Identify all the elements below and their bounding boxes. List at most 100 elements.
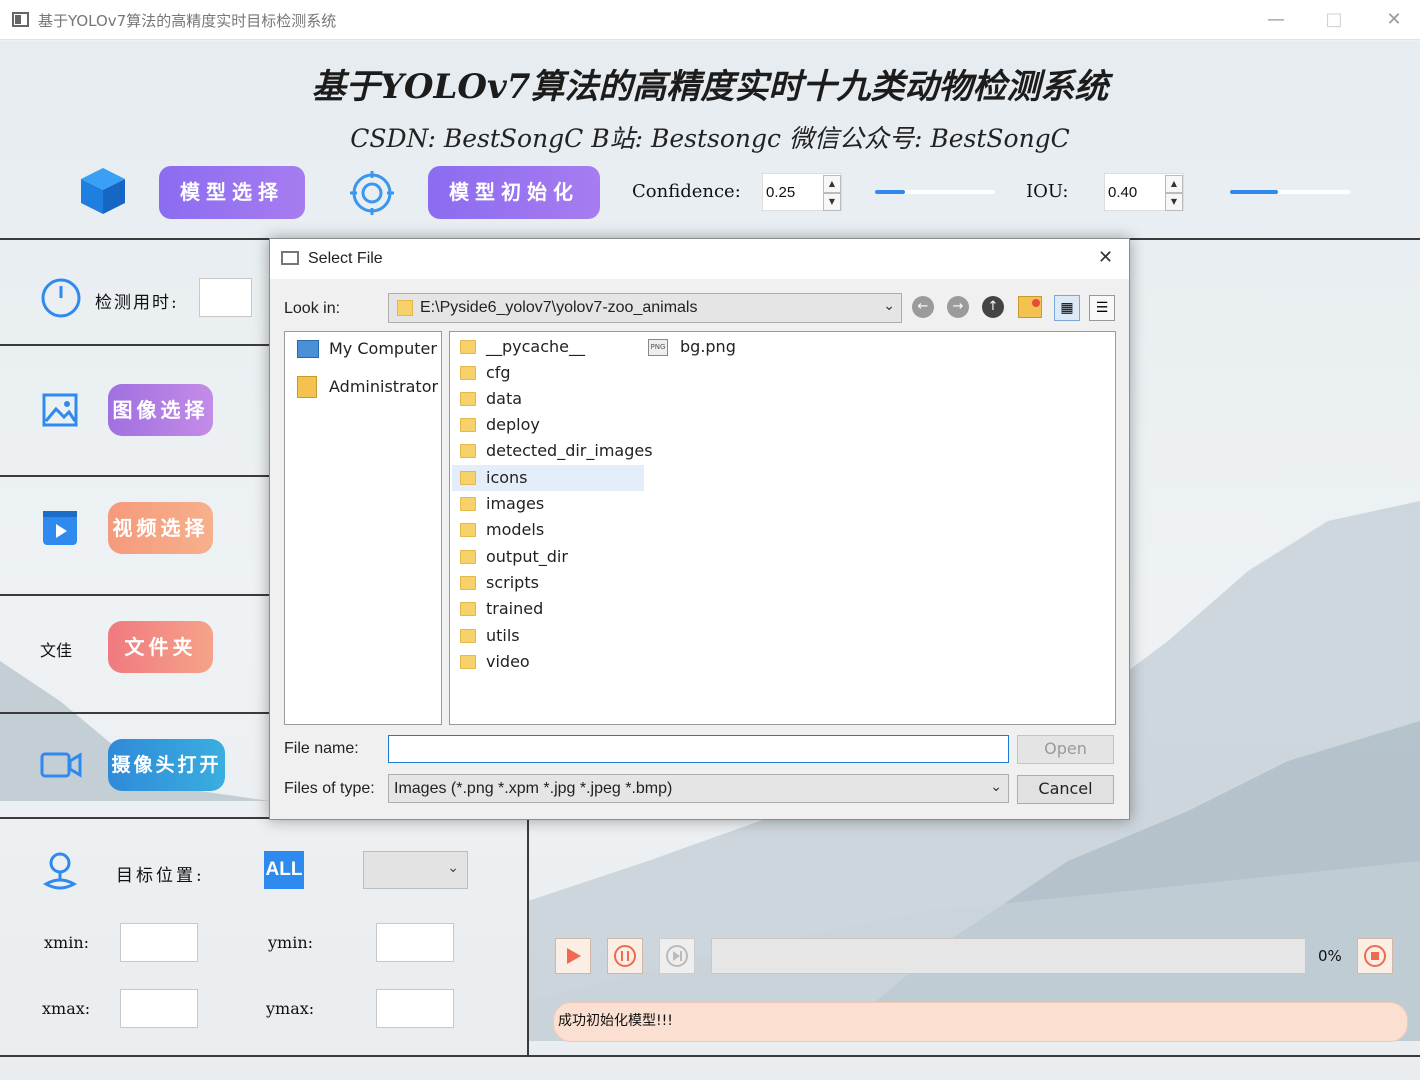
item-label: cfg [486, 363, 511, 382]
divider [527, 819, 529, 1055]
confidence-slider[interactable] [875, 190, 995, 194]
parent-dir-icon[interactable]: ↑ [982, 296, 1004, 318]
target-select[interactable]: ⌄ [363, 851, 468, 889]
iou-spinbox[interactable]: 0.40 ▲ ▼ [1104, 173, 1184, 211]
window-title: 基于YOLOv7算法的高精度实时目标检测系统 [38, 12, 337, 30]
skip-icon [666, 945, 688, 967]
folder-icon [460, 392, 476, 406]
next-frame-button[interactable] [659, 938, 695, 974]
confidence-spinbox[interactable]: 0.25 ▲ ▼ [762, 173, 842, 211]
chevron-down-icon: ⌄ [883, 298, 895, 314]
file-list[interactable]: __pycache__ cfg data deploy detected_dir… [449, 331, 1116, 725]
model-init-button[interactable]: 模型初始化 [428, 166, 600, 219]
list-view-icon[interactable]: ▦ [1054, 295, 1080, 321]
camera-open-button[interactable]: 摄像头打开 [108, 739, 225, 791]
item-label: scripts [486, 573, 539, 592]
iou-slider[interactable] [1230, 190, 1350, 194]
divider [0, 475, 270, 477]
cancel-button[interactable]: Cancel [1017, 775, 1114, 804]
video-select-button[interactable]: 视频选择 [108, 502, 213, 554]
confidence-value: 0.25 [766, 184, 796, 201]
stop-icon [1364, 945, 1386, 967]
list-item[interactable]: cfg [452, 360, 644, 386]
list-item[interactable]: video [452, 649, 644, 675]
list-item[interactable]: utils [452, 623, 644, 649]
files-of-type-value: Images (*.png *.xpm *.jpg *.jpeg *.bmp) [394, 780, 673, 797]
list-item-file[interactable]: PNG bg.png [646, 334, 846, 360]
files-of-type-combo[interactable]: Images (*.png *.xpm *.jpg *.jpeg *.bmp) … [388, 774, 1009, 803]
folder-icon [460, 444, 476, 458]
iou-down-arrow-icon[interactable]: ▼ [1165, 193, 1183, 211]
model-select-button[interactable]: 模型选择 [159, 166, 305, 219]
iou-up-arrow-icon[interactable]: ▲ [1165, 175, 1183, 193]
dialog-titlebar: Select File ✕ [270, 239, 1129, 279]
item-label: trained [486, 599, 544, 618]
detail-view-icon[interactable]: ☰ [1089, 295, 1115, 321]
folder-icon [460, 550, 476, 564]
file-name-label: File name: [284, 740, 359, 757]
folder-icon [460, 497, 476, 511]
folder-icon [460, 523, 476, 537]
place-label: Administrator [329, 377, 439, 396]
item-label: models [486, 520, 545, 539]
minimize-button[interactable]: — [1262, 6, 1290, 34]
select-file-dialog: Select File ✕ Look in: E:\Pyside6_yolov7… [269, 238, 1130, 820]
xmax-label: xmax: [42, 999, 91, 1018]
confidence-slider-fill [875, 190, 905, 194]
place-my-computer[interactable]: My Computer [285, 336, 441, 362]
back-arrow-icon[interactable]: ← [912, 296, 934, 318]
xmin-field [120, 923, 198, 962]
close-button[interactable]: ✕ [1380, 6, 1408, 34]
video-icon [43, 511, 77, 545]
list-item[interactable]: models [452, 517, 644, 543]
look-in-combo[interactable]: E:\Pyside6_yolov7\yolov7-zoo_animals ⌄ [388, 293, 902, 323]
png-file-icon: PNG [648, 339, 668, 356]
image-select-button[interactable]: 图像选择 [108, 384, 213, 436]
play-button[interactable] [555, 938, 591, 974]
xmax-field [120, 989, 198, 1028]
new-folder-icon[interactable] [1018, 296, 1042, 318]
stop-button[interactable] [1357, 938, 1393, 974]
item-label: data [486, 389, 523, 408]
confidence-up-arrow-icon[interactable]: ▲ [823, 175, 841, 193]
dialog-close-icon[interactable]: ✕ [1098, 247, 1113, 268]
list-item[interactable]: deploy [452, 412, 644, 438]
file-name-input[interactable] [388, 735, 1009, 763]
ymax-label: ymax: [266, 999, 315, 1018]
progress-percent: 0% [1318, 947, 1342, 965]
place-label: My Computer [329, 339, 437, 358]
item-label: __pycache__ [486, 337, 586, 356]
app-window-icon [12, 12, 29, 27]
page-title: 基于YOLOv7算法的高精度实时十九类动物检测系统 [311, 67, 1109, 107]
list-item[interactable]: __pycache__ [452, 334, 644, 360]
folder-icon [397, 300, 413, 316]
list-item[interactable]: detected_dir_images [452, 438, 653, 464]
places-sidebar: My Computer Administrator [284, 331, 442, 725]
folder-icon [460, 471, 476, 485]
list-item[interactable]: scripts [452, 570, 644, 596]
folder-icon [460, 655, 476, 669]
place-administrator[interactable]: Administrator [285, 374, 441, 400]
window-titlebar: 基于YOLOv7算法的高精度实时目标检测系统 — □ ✕ [0, 0, 1420, 40]
folder-button[interactable]: 文件夹 [108, 621, 213, 673]
item-label: bg.png [680, 337, 736, 356]
list-item-selected[interactable]: icons [452, 465, 644, 491]
list-item[interactable]: output_dir [452, 544, 644, 570]
status-message: 成功初始化模型!!! [553, 1002, 1408, 1042]
pause-button[interactable] [607, 938, 643, 974]
confidence-label: Confidence: [632, 181, 741, 202]
progress-bar [711, 938, 1306, 974]
item-label: images [486, 494, 545, 513]
confidence-down-arrow-icon[interactable]: ▼ [823, 193, 841, 211]
open-button[interactable]: Open [1017, 735, 1114, 764]
page-subtitle: CSDN: BestSongC B站: Bestsongc 微信公众号: Bes… [350, 124, 1070, 153]
list-item[interactable]: images [452, 491, 644, 517]
computer-icon [297, 340, 319, 358]
forward-arrow-icon[interactable]: → [947, 296, 969, 318]
list-item[interactable]: trained [452, 596, 644, 622]
item-label: deploy [486, 415, 540, 434]
folder-icon [460, 629, 476, 643]
chevron-down-icon: ⌄ [447, 860, 459, 876]
maximize-button[interactable]: □ [1320, 6, 1348, 34]
list-item[interactable]: data [452, 386, 644, 412]
